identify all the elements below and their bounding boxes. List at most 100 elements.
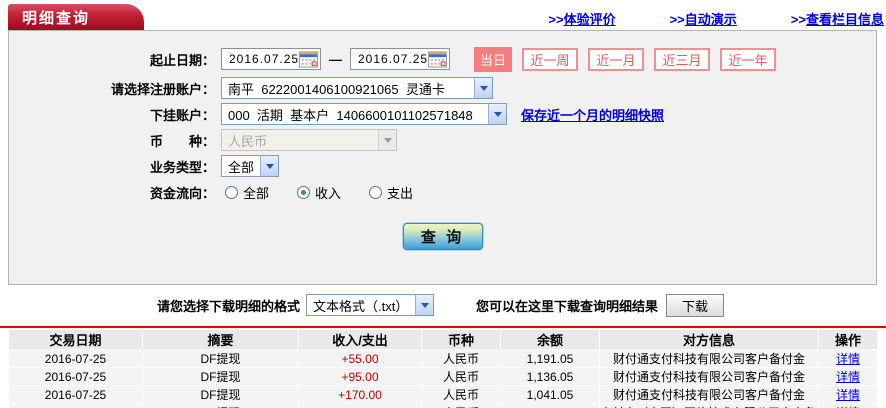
cell-date: 2016-07-25 [9,386,142,403]
table-row-partial: DF提现 人民币 支付宝（中国）网络技术有限公司客户备付金 详情 [9,404,877,408]
chevron-down-icon [260,156,278,176]
cell-balance: 1,191.05 [501,350,599,367]
link-prefix: >> [669,12,685,27]
tab-detail-query[interactable]: 明细查询 [8,4,144,30]
quick-range-today-button[interactable]: 当日 [474,46,512,72]
chevron-down-icon [415,295,434,315]
detail-link[interactable]: 详情 [836,388,860,402]
detail-link[interactable]: 详情 [836,352,860,366]
detail-query-page: 明细查询 >>体验评价 >>自动演示 >>查看栏目信息 起止日期： 2016.0… [0,0,886,408]
radio-expense[interactable]: 支出 [369,183,413,202]
table-row: 2016-07-25 DF提现 +170.00 人民币 1,041.05 财付通… [9,386,877,403]
cell-currency: 人民币 [422,350,500,367]
business-type-row: 业务类型： 全部 [9,155,876,177]
table-row: 2016-07-25 DF提现 +55.00 人民币 1,191.05 财付通支… [9,350,877,367]
save-snapshot-link[interactable]: 保存近一个月的明细快照 [521,105,664,124]
download-format-select[interactable]: 文本格式（.txt） [306,294,435,316]
cell-balance: 1,041.05 [501,386,599,403]
table-header-row: 交易日期 摘要 收入/支出 币种 余额 对方信息 操作 [9,330,877,349]
download-button[interactable]: 下载 [666,293,725,317]
cell-counterparty: 财付通支付科技有限公司客户备付金 [600,350,818,367]
cell-summary: DF提现 [143,404,298,408]
sub-account-value: 000 活期 基本户 1406600101102571848 [228,107,473,123]
cell-currency: 人民币 [422,404,500,408]
col-amount: 收入/支出 [299,330,421,349]
currency-select: 人民币 [221,129,397,151]
quick-range-year-button[interactable]: 近一年 [720,47,776,71]
download-row: 请您选择下载明细的格式 文本格式（.txt） 您可以在这里下载查询明细结果 下载 [0,292,886,318]
start-date-input[interactable]: 2016.07.25 [221,48,321,70]
quick-range-week-button[interactable]: 近一周 [522,47,578,71]
quick-range-month-button[interactable]: 近一月 [588,47,644,71]
end-date-value: 2016.07.25 [358,52,429,66]
query-form-panel: 起止日期： 2016.07.25 — 2016.07.25 当日 近一周 近一月… [8,30,877,285]
red-separator [0,326,886,328]
register-account-value: 南平 6222001406100921065 灵通卡 [228,81,445,97]
sub-account-label: 下挂账户： [149,107,215,123]
radio-all[interactable]: 全部 [225,183,269,202]
radio-icon [369,185,383,199]
date-range-row: 起止日期： 2016.07.25 — 2016.07.25 当日 近一周 近一月… [9,46,876,72]
business-type-label: 业务类型： [149,159,215,175]
currency-value: 人民币 [228,133,268,149]
link-experience-evaluation[interactable]: >>体验评价 [548,9,615,28]
download-hint: 您可以在这里下载查询明细结果 [476,298,659,314]
cell-counterparty: 财付通支付科技有限公司客户备付金 [600,386,818,403]
cell-currency: 人民币 [422,368,500,385]
calendar-icon[interactable] [428,50,447,68]
end-date-input[interactable]: 2016.07.25 [350,48,450,70]
radio-income-label: 收入 [315,185,342,201]
currency-label: 币 种： [149,133,215,149]
register-account-row: 请选择注册账户： 南平 6222001406100921065 灵通卡 [9,77,876,99]
table-row: 2016-07-25 DF提现 +95.00 人民币 1,136.05 财付通支… [9,368,877,385]
link-view-column-info[interactable]: >>查看栏目信息 [791,9,884,28]
date-range-label: 起止日期： [149,52,215,68]
radio-income[interactable]: 收入 [297,183,341,202]
register-account-label: 请选择注册账户： [110,81,215,97]
cell-amount: +170.00 [299,386,421,403]
calendar-icon[interactable] [299,50,318,68]
cell-amount: +95.00 [299,368,421,385]
cell-currency: 人民币 [422,386,500,403]
cell-date: 2016-07-25 [9,350,142,367]
col-operation: 操作 [819,330,877,349]
download-format-label: 请您选择下载明细的格式 [157,298,301,314]
cell-amount [299,404,421,408]
cell-balance: 1,136.05 [501,368,599,385]
link-auto-demo[interactable]: >>自动演示 [670,9,737,28]
start-date-value: 2016.07.25 [229,52,300,66]
chevron-down-icon [474,78,492,98]
cell-summary: DF提现 [143,350,298,367]
chevron-down-icon [488,104,506,124]
date-separator: — [329,51,342,67]
radio-expense-label: 支出 [387,185,414,201]
sub-account-select[interactable]: 000 活期 基本户 1406600101102571848 [221,103,507,125]
radio-selected-icon [297,185,311,199]
fund-flow-label: 资金流向： [149,185,215,201]
col-balance: 余额 [501,330,599,349]
cell-summary: DF提现 [143,386,298,403]
fund-flow-radio-group: 全部 收入 支出 [225,183,441,202]
cell-date [9,404,142,408]
cell-date: 2016-07-25 [9,368,142,385]
detail-link[interactable]: 详情 [836,370,860,384]
register-account-select[interactable]: 南平 6222001406100921065 灵通卡 [221,77,493,99]
business-type-select[interactable]: 全部 [221,155,279,177]
top-bar: 明细查询 >>体验评价 >>自动演示 >>查看栏目信息 [0,0,886,30]
cell-amount: +55.00 [299,350,421,367]
currency-row: 币 种： 人民币 [9,129,876,151]
radio-icon [225,185,238,199]
results-table: 交易日期 摘要 收入/支出 币种 余额 对方信息 操作 2016-07-25 D… [8,329,878,408]
top-links: >>体验评价 >>自动演示 >>查看栏目信息 [548,9,884,28]
cell-counterparty: 支付宝（中国）网络技术有限公司客户备付金 [600,404,818,408]
quick-range-3months-button[interactable]: 近三月 [654,47,710,71]
business-type-value: 全部 [228,159,255,175]
cell-counterparty: 财付通支付科技有限公司客户备付金 [600,368,818,385]
col-trade-date: 交易日期 [9,330,142,349]
col-currency: 币种 [422,330,500,349]
query-button[interactable]: 查 询 [402,223,483,250]
cell-balance [501,404,599,408]
download-format-value: 文本格式（.txt） [313,298,409,314]
col-summary: 摘要 [143,330,298,349]
link-prefix: >> [790,12,806,27]
